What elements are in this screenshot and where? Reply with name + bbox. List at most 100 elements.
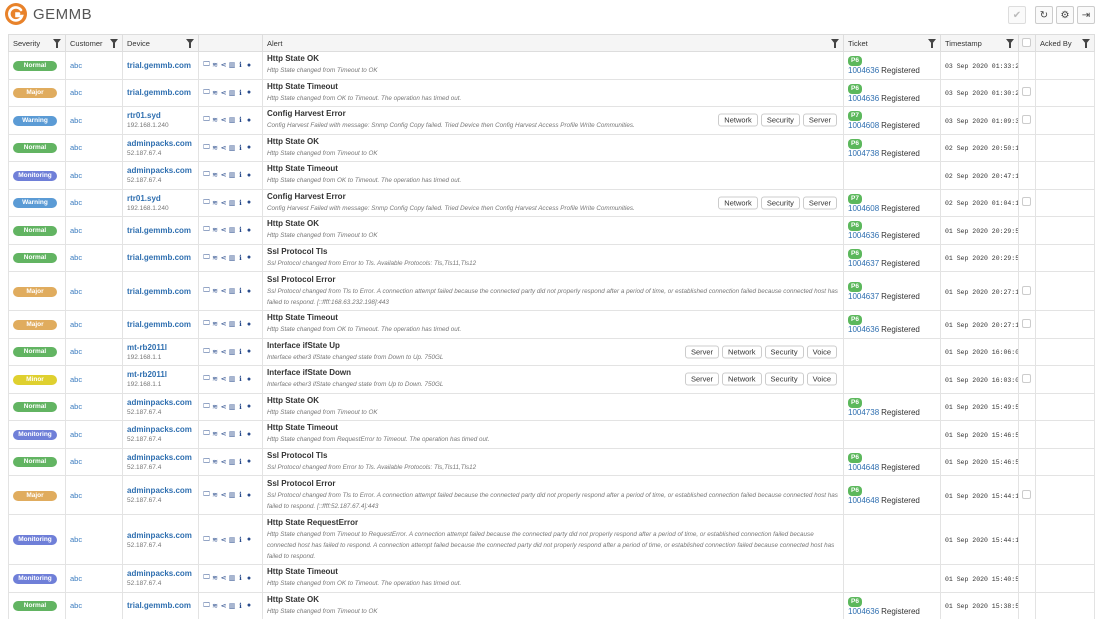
col-customer[interactable]: Customer	[65, 34, 123, 52]
customer-link[interactable]: abc	[70, 253, 82, 262]
device-link[interactable]: trial.gemmb.com	[127, 601, 194, 610]
customer-link[interactable]: abc	[70, 347, 82, 356]
user-icon[interactable]: ●	[246, 492, 253, 499]
rss-icon[interactable]: ≋	[212, 403, 219, 411]
rss-icon[interactable]: ≋	[212, 430, 219, 438]
ticket-link[interactable]: 1004738	[848, 408, 879, 417]
customer-link[interactable]: abc	[70, 457, 82, 466]
rss-icon[interactable]: ≋	[212, 287, 219, 295]
col-timestamp[interactable]: Timestamp	[940, 34, 1019, 52]
filter-icon[interactable]	[53, 39, 61, 48]
ticket-link[interactable]: 1004648	[848, 496, 879, 505]
ticket-link[interactable]: 1004636	[848, 325, 879, 334]
table-row[interactable]: Monitoring abc adminpacks.com 52.187.67.4 🖵 ≋…	[8, 161, 1095, 190]
rss-icon[interactable]: ≋	[212, 375, 219, 383]
monitor-icon[interactable]: 🖵	[203, 254, 210, 262]
monitor-icon[interactable]: 🖵	[203, 348, 210, 356]
chart-icon[interactable]: ▥	[229, 348, 236, 356]
share-icon[interactable]: ⋖	[220, 320, 227, 328]
rss-icon[interactable]: ≋	[212, 171, 219, 179]
chart-icon[interactable]: ▥	[229, 171, 236, 179]
monitor-icon[interactable]: 🖵	[203, 602, 210, 610]
monitor-icon[interactable]: 🖵	[203, 430, 210, 438]
info-icon[interactable]: ℹ	[237, 144, 244, 152]
table-row[interactable]: Normal abc adminpacks.com 52.187.67.4 🖵 ≋ ⋖ ▥ ℹ ●…	[8, 133, 1095, 162]
table-row[interactable]: Warning abc rtr01.syd 192.168.1.240 🖵 ≋ ⋖ ▥ ℹ ● Co…	[8, 106, 1095, 135]
filter-icon[interactable]	[1082, 39, 1090, 48]
row-checkbox[interactable]	[1022, 87, 1031, 97]
chart-icon[interactable]: ▥	[229, 375, 236, 383]
user-icon[interactable]: ●	[246, 117, 253, 124]
device-link[interactable]: mt-rb2011l	[127, 370, 194, 379]
tag-button[interactable]: Server	[684, 372, 720, 386]
filter-icon[interactable]	[186, 39, 194, 48]
info-icon[interactable]: ℹ	[237, 89, 244, 97]
info-icon[interactable]: ℹ	[237, 458, 244, 466]
device-link[interactable]: adminpacks.com	[127, 569, 194, 578]
col-acked-by[interactable]: Acked By	[1035, 34, 1095, 52]
share-icon[interactable]: ⋖	[220, 348, 227, 356]
tag-button[interactable]: Network	[722, 372, 762, 386]
share-icon[interactable]: ⋖	[220, 199, 227, 207]
tag-button[interactable]: Voice	[806, 345, 837, 359]
user-icon[interactable]: ●	[246, 536, 253, 543]
row-checkbox[interactable]	[1022, 114, 1031, 124]
table-row[interactable]: Normal abc adminpacks.com 52.187.67.4 🖵 ≋ ⋖ ▥ ℹ ●…	[8, 392, 1095, 421]
settings-button[interactable]: ⚙	[1056, 6, 1074, 24]
info-icon[interactable]: ℹ	[237, 226, 244, 234]
share-icon[interactable]: ⋖	[220, 403, 227, 411]
user-icon[interactable]: ●	[246, 199, 253, 206]
tag-button[interactable]: Server	[802, 113, 837, 127]
monitor-icon[interactable]: 🖵	[203, 458, 210, 466]
user-icon[interactable]: ●	[246, 575, 253, 582]
filter-icon[interactable]	[1006, 39, 1014, 48]
table-row[interactable]: Normal abc trial.gemmb.com 🖵 ≋ ⋖ ▥ ℹ ● Http State…	[8, 51, 1095, 80]
user-icon[interactable]: ●	[246, 227, 253, 234]
customer-link[interactable]: abc	[70, 226, 82, 235]
share-icon[interactable]: ⋖	[220, 171, 227, 179]
chart-icon[interactable]: ▥	[229, 536, 236, 544]
row-checkbox[interactable]	[1022, 197, 1031, 207]
share-icon[interactable]: ⋖	[220, 602, 227, 610]
monitor-icon[interactable]: 🖵	[203, 287, 210, 295]
user-icon[interactable]: ●	[246, 62, 253, 69]
monitor-icon[interactable]: 🖵	[203, 320, 210, 328]
customer-link[interactable]: abc	[70, 88, 82, 97]
device-link[interactable]: mt-rb2011l	[127, 343, 194, 352]
rss-icon[interactable]: ≋	[212, 602, 219, 610]
row-checkbox[interactable]	[1022, 318, 1031, 328]
row-checkbox[interactable]	[1022, 489, 1031, 499]
chart-icon[interactable]: ▥	[229, 89, 236, 97]
tag-button[interactable]: Network	[718, 196, 758, 210]
filter-icon[interactable]	[831, 39, 839, 48]
col-select-all[interactable]	[1018, 34, 1036, 52]
info-icon[interactable]: ℹ	[237, 287, 244, 295]
rss-icon[interactable]: ≋	[212, 348, 219, 356]
customer-link[interactable]: abc	[70, 601, 82, 610]
share-icon[interactable]: ⋖	[220, 375, 227, 383]
info-icon[interactable]: ℹ	[237, 430, 244, 438]
chart-icon[interactable]: ▥	[229, 602, 236, 610]
tag-button[interactable]: Security	[760, 196, 800, 210]
user-icon[interactable]: ●	[246, 602, 253, 609]
rss-icon[interactable]: ≋	[212, 320, 219, 328]
monitor-icon[interactable]: 🖵	[203, 491, 210, 499]
customer-link[interactable]: abc	[70, 198, 82, 207]
table-row[interactable]: Normal abc trial.gemmb.com 🖵 ≋ ⋖ ▥ ℹ ● Http State…	[8, 216, 1095, 245]
customer-link[interactable]: abc	[70, 171, 82, 180]
info-icon[interactable]: ℹ	[237, 199, 244, 207]
customer-link[interactable]: abc	[70, 402, 82, 411]
user-icon[interactable]: ●	[246, 431, 253, 438]
col-device[interactable]: Device	[122, 34, 199, 52]
ticket-link[interactable]: 1004648	[848, 463, 879, 472]
ticket-link[interactable]: 1004608	[848, 204, 879, 213]
chart-icon[interactable]: ▥	[229, 199, 236, 207]
table-row[interactable]: Minor abc mt-rb2011l 192.168.1.1 🖵 ≋ ⋖ ▥ ℹ ● Inter…	[8, 365, 1095, 394]
device-link[interactable]: rtr01.syd	[127, 111, 194, 120]
chart-icon[interactable]: ▥	[229, 320, 236, 328]
rss-icon[interactable]: ≋	[212, 491, 219, 499]
table-row[interactable]: Warning abc rtr01.syd 192.168.1.240 🖵 ≋ ⋖ ▥ ℹ ● Co…	[8, 188, 1095, 217]
user-icon[interactable]: ●	[246, 89, 253, 96]
monitor-icon[interactable]: 🖵	[203, 226, 210, 234]
customer-link[interactable]: abc	[70, 535, 82, 544]
